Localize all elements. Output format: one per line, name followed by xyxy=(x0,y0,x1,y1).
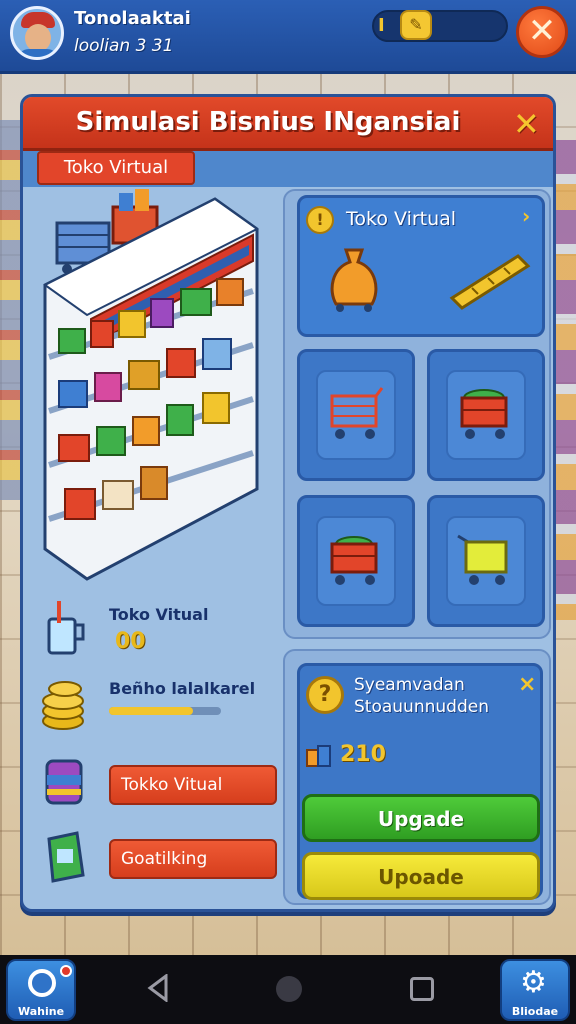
business-panel: Simulasi Bisnius INgansiai ✕ Toko Virtua… xyxy=(20,94,556,912)
nav-settings-button[interactable]: ⚙ Bliodae xyxy=(500,959,570,1021)
progress-label: Beñho lalalkarel xyxy=(109,679,256,698)
upgrade-info-area: ? Syeamvadan Stoauunnudden × 210 Upgade … xyxy=(283,649,551,905)
close-icon[interactable]: ✕ xyxy=(516,6,568,58)
info-title-line1: Syeamvadan xyxy=(354,675,465,695)
arrow-right-icon[interactable]: › xyxy=(522,204,530,228)
system-home-icon[interactable] xyxy=(276,976,302,1002)
progress-fill xyxy=(109,707,193,715)
upgrade-button-yellow[interactable]: Upoade xyxy=(302,852,540,900)
info-close-icon[interactable]: × xyxy=(518,672,536,697)
chat-coin-icon: ✎ xyxy=(400,10,432,40)
nav-right-label: Bliodae xyxy=(511,1005,559,1018)
shirt-shape xyxy=(17,49,59,57)
tab-toko-virtual[interactable]: Toko Virtual xyxy=(37,151,195,185)
alert-icon: ! xyxy=(306,206,334,234)
button-row-2: Goatilking xyxy=(39,825,279,895)
currency-badge: I xyxy=(378,15,385,36)
stat-row-toko: Toko Vitual 00 xyxy=(39,599,279,669)
progress-bar xyxy=(109,707,221,715)
question-icon: ? xyxy=(306,676,344,714)
info-title-line2: Stoauunnudden xyxy=(354,697,489,717)
info-title: Syeamvadan Stoauunnudden xyxy=(354,674,489,718)
red-cart-green-goods-icon xyxy=(460,389,508,439)
bag-icon xyxy=(47,831,85,883)
goatilking-button[interactable]: Goatilking xyxy=(109,839,277,879)
system-back-icon[interactable] xyxy=(146,974,170,1002)
stat-value: 00 xyxy=(115,629,146,654)
top-bar: Tonolaaktai loolian 3 31 I ✎ ✕ xyxy=(0,0,576,74)
ruler-icon xyxy=(449,254,531,310)
feature-title: Toko Virtual xyxy=(346,208,457,230)
boxes-icon xyxy=(306,745,331,767)
home-circle-icon xyxy=(28,969,56,997)
nav-left-label: Wahine xyxy=(17,1005,65,1018)
cup-icon xyxy=(47,601,85,655)
panel-title: Simulasi Bisnius INgansiai xyxy=(75,107,461,137)
player-level: loolian 3 31 xyxy=(74,36,174,56)
blue-cart-icon xyxy=(330,387,384,439)
feature-card-toko-virtual[interactable]: ! Toko Virtual › xyxy=(297,195,545,337)
face-shape xyxy=(25,24,51,52)
toko-vitual-button[interactable]: Tokko Vitual xyxy=(109,765,277,805)
upgrade-cost: 210 xyxy=(340,742,386,767)
cart-tile-yellow[interactable] xyxy=(427,495,545,627)
notification-dot xyxy=(60,965,72,977)
sack-icon xyxy=(330,248,378,312)
player-name: Tonolaaktai xyxy=(74,8,191,29)
cloth-icon xyxy=(45,759,83,805)
stat-label: Toko Vitual xyxy=(109,605,209,624)
avatar[interactable] xyxy=(10,6,64,60)
yellow-cart-icon xyxy=(457,534,508,585)
background-shelf-right xyxy=(554,140,576,620)
cart-tile-blue[interactable] xyxy=(297,349,415,481)
left-area: Toko Vitual 00 Beñho lalalkarel Tokko Vi… xyxy=(31,189,285,905)
upgrade-button-green[interactable]: Upgade xyxy=(302,794,540,842)
nav-wahine-button[interactable]: Wahine xyxy=(6,959,76,1021)
red-cart-goods-icon xyxy=(330,536,378,585)
coins-icon xyxy=(42,681,84,730)
cart-tile-red[interactable] xyxy=(297,495,415,627)
currency-bar[interactable]: I ✎ xyxy=(372,10,508,42)
system-recent-icon[interactable] xyxy=(410,977,434,1001)
stat-row-progress: Beñho lalalkarel xyxy=(39,673,279,743)
panel-close-icon[interactable]: ✕ xyxy=(513,105,540,143)
cart-tile-red-green[interactable] xyxy=(427,349,545,481)
upgrade-grid: ! Toko Virtual › xyxy=(283,189,551,639)
store-shelf-illustration xyxy=(43,189,259,581)
gear-icon: ⚙ xyxy=(520,965,547,1000)
upgrade-info-card: ? Syeamvadan Stoauunnudden × 210 Upgade … xyxy=(297,663,543,900)
button-row-1: Tokko Vitual xyxy=(39,751,279,821)
panel-header: Simulasi Bisnius INgansiai ✕ xyxy=(23,97,553,151)
